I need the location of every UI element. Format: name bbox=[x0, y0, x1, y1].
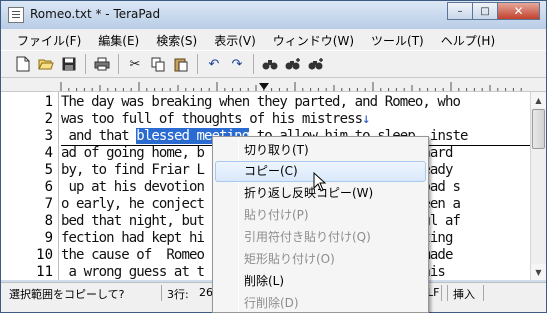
menu-edit[interactable]: 編集(E) bbox=[92, 29, 145, 50]
menu-tools[interactable]: ツール(T) bbox=[365, 29, 430, 50]
find-prev-icon[interactable] bbox=[306, 54, 326, 74]
line-number: 1 bbox=[44, 94, 53, 110]
menu-item-rect-paste[interactable]: 矩形貼り付け(O) bbox=[215, 249, 426, 270]
menu-file[interactable]: ファイル(F) bbox=[11, 29, 87, 50]
line-text-before[interactable]: and that bbox=[61, 128, 136, 144]
menu-item-cut[interactable]: 切り取り(T) bbox=[215, 140, 426, 161]
status-divider bbox=[483, 285, 484, 301]
minimize-button[interactable]: – bbox=[447, 2, 473, 20]
line-text[interactable]: The day was breaking when they parted, a… bbox=[61, 94, 461, 111]
open-folder-icon[interactable] bbox=[36, 54, 56, 74]
copy-icon[interactable] bbox=[148, 54, 168, 74]
line-number: 9 bbox=[44, 230, 53, 246]
toolbar-separator bbox=[253, 54, 254, 74]
mouse-pointer-icon bbox=[313, 172, 327, 192]
vertical-scrollbar[interactable]: ▲ ▼ bbox=[530, 92, 546, 280]
context-menu: 切り取り(T) コピー(C) 折り返し反映コピー(W) 貼り付け(P) 引用符付… bbox=[212, 136, 429, 313]
line-number: 8 bbox=[44, 213, 53, 229]
window-title: Romeo.txt * - TeraPad bbox=[30, 7, 161, 21]
menu-search[interactable]: 検索(S) bbox=[150, 29, 203, 50]
toolbar-separator bbox=[197, 54, 198, 74]
cut-icon[interactable]: ✂ bbox=[125, 54, 145, 74]
find-icon[interactable] bbox=[260, 54, 280, 74]
scroll-thumb[interactable] bbox=[532, 109, 545, 149]
toolbar-separator bbox=[118, 54, 119, 74]
line-number: 7 bbox=[44, 196, 53, 212]
redo-icon[interactable]: ↷ bbox=[227, 54, 247, 74]
line-number: 6 bbox=[44, 179, 53, 195]
status-divider bbox=[441, 285, 442, 301]
title-bar[interactable]: Romeo.txt * - TeraPad – □ ✕ bbox=[1, 1, 546, 29]
menu-item-paste[interactable]: 貼り付け(P) bbox=[215, 205, 426, 226]
find-next-icon[interactable] bbox=[283, 54, 303, 74]
line-number: 10 bbox=[36, 247, 53, 263]
newline-marker: ↓ bbox=[362, 111, 370, 127]
close-button[interactable]: ✕ bbox=[497, 2, 540, 20]
text-line[interactable]: 2 was too full of thoughts of his mistre… bbox=[1, 111, 530, 128]
status-divider bbox=[447, 285, 448, 301]
line-number: 5 bbox=[44, 162, 53, 178]
column-ruler bbox=[1, 78, 546, 92]
save-icon[interactable] bbox=[59, 54, 79, 74]
line-number: 11 bbox=[36, 264, 53, 280]
line-text-content[interactable]: was too full of thoughts of his mistress bbox=[61, 111, 363, 127]
maximize-button[interactable]: □ bbox=[472, 2, 498, 20]
menu-item-delete[interactable]: 削除(L) bbox=[215, 271, 426, 292]
undo-icon[interactable]: ↶ bbox=[204, 54, 224, 74]
line-text[interactable]: was too full of thoughts of his mistress… bbox=[61, 111, 371, 128]
window-controls: – □ ✕ bbox=[447, 2, 540, 20]
menu-item-delete-line[interactable]: 行削除(D) bbox=[215, 293, 426, 313]
toolbar: ✂ ↶ ↷ bbox=[1, 50, 546, 78]
paste-icon[interactable] bbox=[171, 54, 191, 74]
toolbar-separator bbox=[85, 54, 86, 74]
menu-item-quoted-paste[interactable]: 引用符付き貼り付け(Q) bbox=[215, 227, 426, 248]
line-number: 2 bbox=[44, 111, 53, 127]
app-icon[interactable] bbox=[8, 7, 24, 23]
status-column: 26 bbox=[199, 286, 213, 299]
ruler-ticks bbox=[60, 82, 522, 91]
line-number: 4 bbox=[44, 145, 53, 161]
print-icon[interactable] bbox=[92, 54, 112, 74]
menu-window[interactable]: ウィンドウ(W) bbox=[267, 29, 360, 50]
scroll-up-arrow-icon[interactable]: ▲ bbox=[531, 92, 546, 108]
status-insert-mode: 挿入 bbox=[453, 288, 475, 301]
status-line: 3行: bbox=[167, 288, 189, 301]
text-line[interactable]: 1 The day was breaking when they parted,… bbox=[1, 94, 530, 111]
menu-view[interactable]: 表示(V) bbox=[208, 29, 262, 50]
status-divider bbox=[161, 285, 162, 301]
status-message: 選択範囲をコピーして? bbox=[9, 288, 125, 301]
new-file-icon[interactable] bbox=[13, 54, 33, 74]
scroll-down-arrow-icon[interactable]: ▼ bbox=[531, 264, 546, 280]
menu-help[interactable]: ヘルプ(H) bbox=[435, 29, 501, 50]
ruler-caret-marker bbox=[259, 83, 269, 90]
line-number: 3 bbox=[44, 128, 53, 144]
menu-bar: ファイル(F) 編集(E) 検索(S) 表示(V) ウィンドウ(W) ツール(T… bbox=[1, 29, 546, 50]
